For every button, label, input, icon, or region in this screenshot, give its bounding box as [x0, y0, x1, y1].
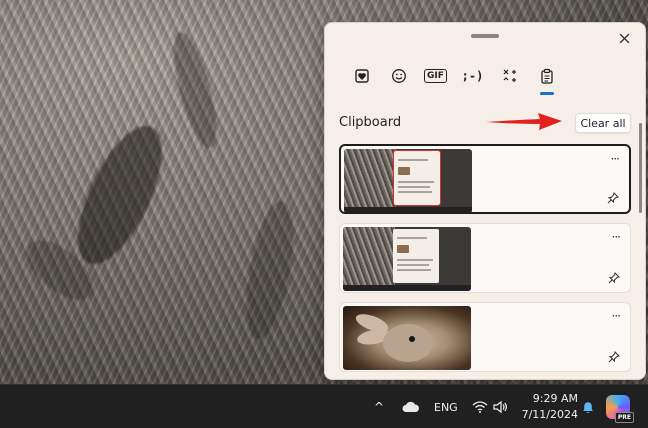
- heart-sticker-icon: [354, 69, 369, 83]
- preview-badge: PRE: [614, 412, 634, 423]
- close-button[interactable]: [613, 27, 635, 49]
- bell-icon: [583, 402, 593, 414]
- notifications-button[interactable]: [580, 385, 596, 428]
- volume-button[interactable]: [492, 385, 508, 428]
- annotation-arrow-icon: [486, 113, 562, 130]
- show-hidden-icons-button[interactable]: ^: [374, 385, 384, 428]
- clipboard-thumbnail: [344, 149, 472, 213]
- symbols-icon: [503, 69, 516, 82]
- onedrive-button[interactable]: [402, 385, 420, 428]
- clear-all-button[interactable]: Clear all: [575, 113, 631, 133]
- speaker-icon: [493, 400, 507, 414]
- smiley-icon: [391, 69, 406, 83]
- cloud-icon: [402, 401, 419, 412]
- section-title: Clipboard: [339, 115, 402, 130]
- more-options-button[interactable]: ···: [612, 230, 622, 244]
- more-options-button[interactable]: ···: [612, 309, 622, 323]
- clipboard-item-3[interactable]: ···: [339, 302, 631, 372]
- clipboard-thumbnail: [343, 306, 471, 370]
- panel-tabs: GIF ;-): [343, 63, 565, 95]
- drag-handle[interactable]: [471, 34, 499, 38]
- close-icon: [619, 33, 629, 43]
- tab-gif[interactable]: GIF: [417, 63, 454, 89]
- more-options-button[interactable]: ···: [611, 152, 621, 166]
- clipboard-item-1[interactable]: ···: [339, 144, 631, 214]
- scrollbar[interactable]: [639, 123, 642, 213]
- network-button[interactable]: [472, 385, 488, 428]
- clock-button[interactable]: 9:29 AM 7/11/2024: [520, 391, 578, 423]
- tab-emoji[interactable]: [380, 63, 417, 89]
- language-label: ENG: [434, 400, 458, 414]
- clock-date: 7/11/2024: [521, 408, 578, 421]
- copilot-button[interactable]: PRE: [606, 385, 634, 428]
- pin-icon[interactable]: [608, 351, 620, 363]
- tab-favorites-stickers[interactable]: [343, 63, 380, 89]
- gif-tab-label: GIF: [424, 69, 447, 83]
- pin-icon[interactable]: [608, 272, 620, 284]
- clipboard-thumbnail: [343, 227, 471, 291]
- taskbar: ^ ENG 9:29 AM 7/11/2024 PRE: [0, 384, 648, 428]
- clipboard-history-panel: GIF ;-) Clipboard Clear all ··· ··· ···: [324, 22, 646, 380]
- clock-time: 9:29 AM: [532, 392, 578, 405]
- copilot-icon: PRE: [606, 395, 634, 423]
- kaomoji-tab-label: ;-): [461, 69, 484, 83]
- clipboard-item-2[interactable]: ···: [339, 223, 631, 293]
- tab-clipboard[interactable]: [528, 63, 565, 95]
- clipboard-icon: [540, 68, 553, 84]
- chevron-up-icon: ^: [374, 400, 385, 414]
- tab-kaomoji[interactable]: ;-): [454, 63, 491, 89]
- pin-icon[interactable]: [607, 192, 619, 204]
- tab-symbols[interactable]: [491, 63, 528, 89]
- wifi-icon: [472, 401, 488, 413]
- input-language-button[interactable]: ENG: [434, 385, 458, 428]
